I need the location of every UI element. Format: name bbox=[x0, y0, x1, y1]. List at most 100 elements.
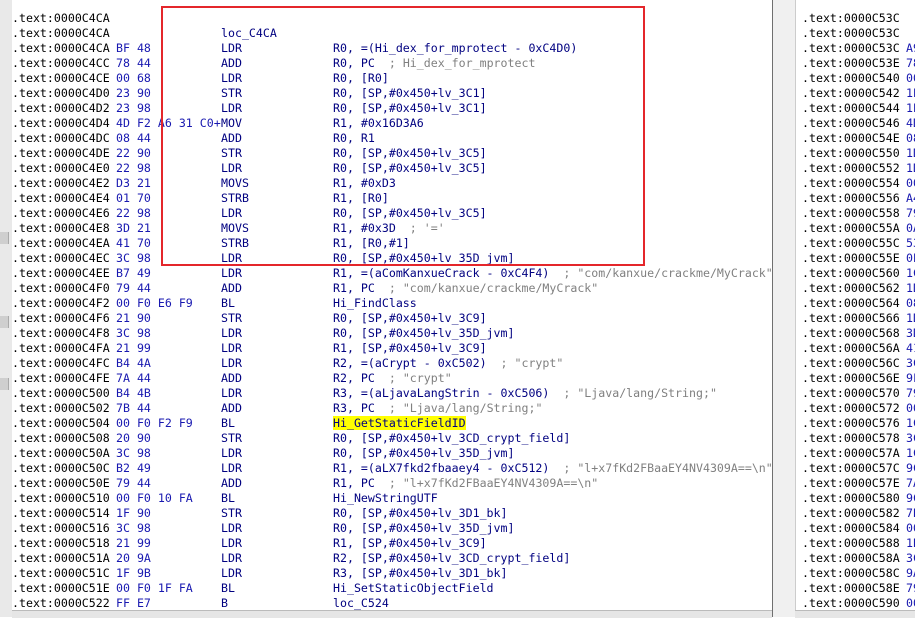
operands: R0, [SP,#0x450+lv_35D_jvm] bbox=[333, 326, 514, 341]
address: .text:0000C4E4 bbox=[12, 191, 110, 205]
address: .text:0000C58E bbox=[802, 581, 900, 595]
address: .text:0000C566 bbox=[802, 311, 900, 325]
opcode-bytes: 21 90 bbox=[116, 311, 151, 325]
operand-text: R3, PC bbox=[333, 401, 375, 415]
address: .text:0000C562 bbox=[802, 281, 900, 295]
address: .text:0000C516 bbox=[12, 521, 110, 535]
opcode-bytes: 00 F0 10 FA bbox=[116, 491, 193, 505]
operands: Hi_SetStaticObjectField bbox=[333, 581, 494, 596]
opcode-bytes: 00 bbox=[906, 176, 915, 190]
address: .text:0000C56A bbox=[802, 341, 900, 355]
address: .text:0000C50C bbox=[12, 461, 110, 475]
operand-text: loc_C524 bbox=[333, 596, 389, 610]
opcode-bytes: 23 98 bbox=[116, 101, 151, 115]
address: .text:0000C54E bbox=[802, 131, 900, 145]
opcode-bytes: 3C bbox=[906, 356, 915, 370]
operands: Hi_NewStringUTF bbox=[333, 491, 438, 506]
address: .text:0000C4FA bbox=[12, 341, 110, 355]
address: .text:0000C500 bbox=[12, 386, 110, 400]
operand-text: Hi_FindClass bbox=[333, 296, 417, 310]
opcode-bytes: 0E bbox=[906, 251, 915, 265]
operand-text: R0, [SP,#0x450+lv_35D_jvm] bbox=[333, 521, 515, 535]
operands: R1, =(aComKanxueCrack - 0xC4F4) ; "com/k… bbox=[333, 266, 772, 281]
pane-splitter[interactable] bbox=[772, 0, 796, 617]
mnemonic: B bbox=[221, 596, 228, 610]
opcode-bytes: 21 99 bbox=[116, 341, 151, 355]
address: .text:0000C564 bbox=[802, 296, 900, 310]
opcode-bytes: 08 bbox=[906, 296, 915, 310]
opcode-bytes: FF E7 bbox=[116, 596, 151, 610]
operand-text: R2, [SP,#0x450+lv_3CD_crypt_field] bbox=[333, 551, 571, 565]
operand-text: R1, =(aComKanxueCrack - 0xC4F4) bbox=[333, 266, 550, 280]
address: .text:0000C584 bbox=[802, 521, 900, 535]
address: .text:0000C51A bbox=[12, 551, 110, 565]
mnemonic: BL bbox=[221, 491, 235, 505]
opcode-bytes: 4D bbox=[906, 116, 915, 130]
operand-text: R1, [SP,#0x450+lv_3C9] bbox=[333, 341, 487, 355]
operand-text: R1, PC bbox=[333, 281, 375, 295]
address: .text:0000C56E bbox=[802, 371, 900, 385]
address: .text:0000C560 bbox=[802, 266, 900, 280]
opcode-bytes: 78 44 bbox=[116, 56, 151, 70]
address: .text:0000C518 bbox=[12, 536, 110, 550]
comment: ; "crypt" bbox=[500, 356, 564, 370]
address: .text:0000C55C bbox=[802, 236, 900, 250]
operands: R1, =(aLX7fkd2fbaaey4 - 0xC512) ; "l+x7f… bbox=[333, 461, 772, 476]
operands: R3, =(aLjavaLangStrin - 0xC506) ; "Ljava… bbox=[333, 386, 717, 401]
address: .text:0000C4EC bbox=[12, 251, 110, 265]
opcode-bytes: 1E bbox=[906, 101, 915, 115]
opcode-bytes: 1F 9B bbox=[116, 566, 151, 580]
address: .text:0000C4CA bbox=[12, 11, 110, 25]
address: .text:0000C58C bbox=[802, 566, 900, 580]
address: .text:0000C4E0 bbox=[12, 161, 110, 175]
gutter-marker bbox=[0, 378, 9, 390]
address: .text:0000C4CE bbox=[12, 71, 110, 85]
mnemonic: LDR bbox=[221, 461, 242, 475]
opcode-bytes: 22 98 bbox=[116, 206, 151, 220]
operands: R3, PC ; "Ljava/lang/String;" bbox=[333, 401, 542, 416]
opcode-bytes: 9A bbox=[906, 566, 915, 580]
address: .text:0000C53E bbox=[802, 56, 900, 70]
opcode-bytes: 7B 44 bbox=[116, 401, 151, 415]
comment: ; "l+x7fKd2FBaaEY4NV4309A==\n" bbox=[388, 476, 599, 490]
opcode-bytes: 79 44 bbox=[116, 281, 151, 295]
opcode-bytes: 3C 98 bbox=[116, 251, 151, 265]
opcode-bytes: B2 49 bbox=[116, 461, 151, 475]
operand-text[interactable]: Hi_GetStaticFieldID bbox=[333, 416, 466, 430]
opcode-bytes: 20 9A bbox=[116, 551, 151, 565]
address: .text:0000C572 bbox=[802, 401, 900, 415]
opcode-bytes: 22 90 bbox=[116, 146, 151, 160]
operand-text: R1, [SP,#0x450+lv_3C9] bbox=[333, 536, 487, 550]
opcode-bytes: 3C 98 bbox=[116, 446, 151, 460]
mnemonic: LDR bbox=[221, 341, 242, 355]
mnemonic: LDR bbox=[221, 566, 242, 580]
address: .text:0000C540 bbox=[802, 71, 900, 85]
operand-text: R0, [SP,#0x450+lv_3C9] bbox=[333, 311, 487, 325]
mnemonic: LDR bbox=[221, 551, 242, 565]
opcode-bytes: D3 21 bbox=[116, 176, 151, 190]
opcode-bytes: 3C 98 bbox=[116, 521, 151, 535]
opcode-bytes: 08 bbox=[906, 131, 915, 145]
opcode-bytes: 1D bbox=[906, 146, 915, 160]
mnemonic: LDR bbox=[221, 266, 242, 280]
address: .text:0000C57C bbox=[802, 461, 900, 475]
operands: R2, =(aCrypt - 0xC502) ; "crypt" bbox=[333, 356, 563, 371]
address: .text:0000C4E2 bbox=[12, 176, 110, 190]
operands: R0, [SP,#0x450+lv_3D1_bk] bbox=[333, 506, 508, 521]
operand-text: R3, [SP,#0x450+lv_3D1_bk] bbox=[333, 566, 508, 580]
opcode-bytes: 41 70 bbox=[116, 236, 151, 250]
operand-text: R1, PC bbox=[333, 476, 375, 490]
address: .text:0000C578 bbox=[802, 431, 900, 445]
opcode-bytes: 3C bbox=[906, 551, 915, 565]
mnemonic: ADD bbox=[221, 401, 242, 415]
opcode-bytes: 20 90 bbox=[116, 431, 151, 445]
address: .text:0000C4DE bbox=[12, 146, 110, 160]
highlight-annotation-box bbox=[161, 6, 645, 266]
disassembly-view-right[interactable]: .text:0000C53C .text:0000C53C .text:0000C5… bbox=[795, 0, 915, 610]
address: .text:0000C576 bbox=[802, 416, 900, 430]
address: .text:0000C4D2 bbox=[12, 101, 110, 115]
address: .text:0000C53C bbox=[802, 41, 900, 55]
operands: R2, PC ; "crypt" bbox=[333, 371, 452, 386]
address: .text:0000C53C bbox=[802, 11, 900, 25]
address: .text:0000C558 bbox=[802, 206, 900, 220]
